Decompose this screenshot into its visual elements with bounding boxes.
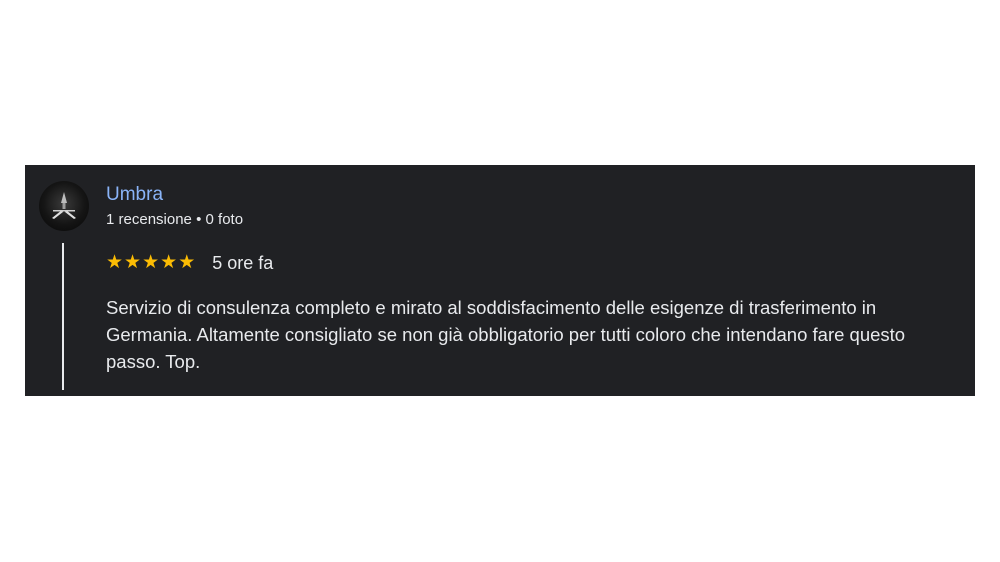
avatar[interactable] bbox=[39, 181, 89, 231]
star-icon: ★ bbox=[106, 252, 124, 273]
photos-count: 0 foto bbox=[205, 211, 244, 228]
rating-row: ★ ★ ★ ★ ★ 5 ore fa bbox=[106, 251, 273, 275]
meta-separator: • bbox=[196, 211, 202, 228]
thread-line bbox=[62, 243, 64, 390]
author-name-link[interactable]: Umbra bbox=[106, 184, 163, 206]
star-icon: ★ bbox=[142, 252, 160, 273]
star-icon: ★ bbox=[160, 252, 178, 273]
star-rating: ★ ★ ★ ★ ★ bbox=[106, 251, 195, 275]
review-card: Umbra 1 recensione • 0 foto ★ ★ ★ ★ ★ 5 ore … bbox=[25, 165, 975, 396]
review-text: Servizio di consulenza completo e mirato… bbox=[106, 297, 906, 372]
review-time: 5 ore fa bbox=[212, 252, 274, 273]
star-icon: ★ bbox=[178, 252, 196, 273]
star-icon: ★ bbox=[124, 252, 142, 273]
reviews-count: 1 recensione bbox=[106, 211, 192, 228]
author-meta: 1 recensione • 0 foto bbox=[106, 211, 243, 228]
avatar-logo-icon bbox=[52, 192, 76, 219]
